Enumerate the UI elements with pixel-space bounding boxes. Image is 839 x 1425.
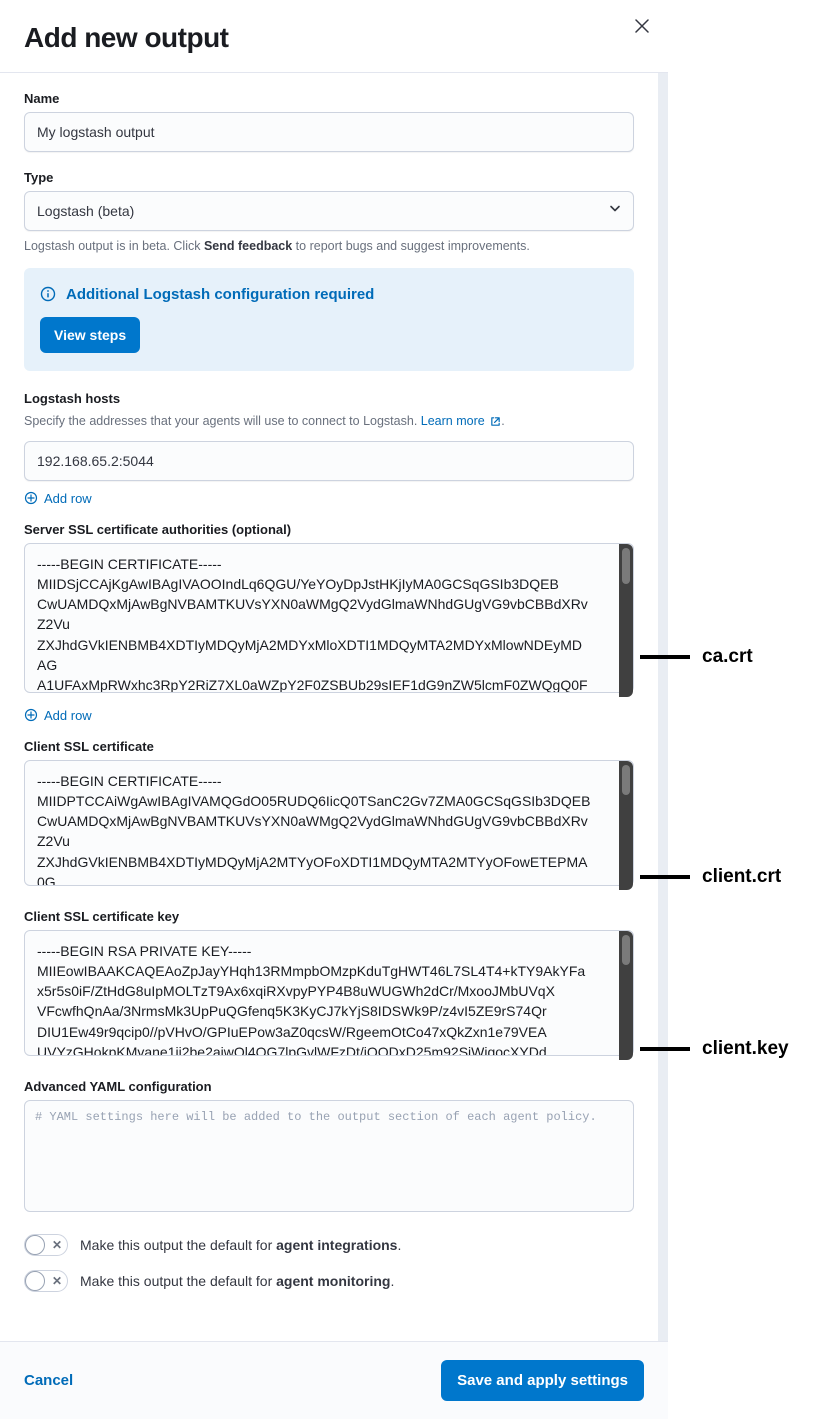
ssl-client-cert-textarea[interactable] [24, 760, 634, 886]
hosts-help: Specify the addresses that your agents w… [24, 412, 634, 431]
hosts-help-period: . [501, 414, 504, 428]
default-integrations-switch[interactable]: ✕ [24, 1234, 68, 1256]
type-select[interactable] [24, 191, 634, 231]
default-integrations-row: ✕ Make this output the default for agent… [24, 1234, 634, 1256]
period: . [390, 1273, 394, 1289]
type-help-prefix: Logstash output is in beta. Click [24, 239, 204, 253]
plus-circle-icon [24, 708, 38, 722]
x-icon: ✕ [52, 1274, 62, 1288]
name-input[interactable] [24, 112, 634, 152]
hosts-label: Logstash hosts [24, 391, 634, 406]
add-host-row-button[interactable]: Add row [24, 491, 634, 506]
ssl-ca-textarea-wrap [24, 543, 634, 698]
default-monitoring-bold: agent monitoring [276, 1273, 390, 1289]
view-steps-button[interactable]: View steps [40, 317, 140, 353]
hosts-help-text: Specify the addresses that your agents w… [24, 414, 421, 428]
annotation-client-key-text: client.key [702, 1038, 789, 1060]
type-row: Type Logstash output is in beta. Click S… [24, 170, 634, 256]
plus-circle-icon [24, 491, 38, 505]
ssl-client-key-textarea[interactable] [24, 930, 634, 1056]
callout-title-text: Additional Logstash configuration requir… [66, 286, 374, 303]
add-ca-row-button[interactable]: Add row [24, 708, 634, 723]
name-row: Name [24, 91, 634, 152]
flyout-body: Name Type Logstash output is in beta. Cl… [0, 73, 668, 1341]
info-icon [40, 286, 56, 302]
yaml-row: Advanced YAML configuration # YAML setti… [24, 1079, 634, 1212]
annotation-client-crt-text: client.crt [702, 866, 781, 888]
ssl-client-key-textarea-wrap [24, 930, 634, 1061]
switch-knob [25, 1271, 45, 1291]
annotation-ca-text: ca.crt [702, 646, 753, 668]
send-feedback-link[interactable]: Send feedback [204, 239, 292, 253]
flyout-footer: Cancel Save and apply settings [0, 1341, 668, 1419]
external-link-icon [490, 416, 501, 427]
annotation-ca: ca.crt [640, 646, 753, 668]
callout-title-row: Additional Logstash configuration requir… [40, 286, 618, 303]
type-help-suffix: to report bugs and suggest improvements. [292, 239, 530, 253]
ssl-client-key-row: Client SSL certificate key [24, 909, 634, 1061]
close-icon [635, 19, 649, 33]
switch-knob [25, 1235, 45, 1255]
annotation-line [640, 875, 690, 879]
annotation-line [640, 655, 690, 659]
scrollbar-thumb[interactable] [622, 765, 630, 795]
scrollbar-thumb[interactable] [622, 548, 630, 584]
scrollbar-track[interactable] [619, 931, 633, 1060]
ssl-client-key-label: Client SSL certificate key [24, 909, 634, 924]
learn-more-text: Learn more [421, 414, 485, 428]
save-button[interactable]: Save and apply settings [441, 1360, 644, 1401]
annotation-client-key: client.key [640, 1038, 789, 1060]
hosts-row: Logstash hosts Specify the addresses tha… [24, 391, 634, 481]
yaml-label: Advanced YAML configuration [24, 1079, 634, 1094]
close-button[interactable] [630, 14, 654, 38]
ssl-client-cert-label: Client SSL certificate [24, 739, 634, 754]
flyout-header: Add new output [0, 0, 668, 73]
type-help: Logstash output is in beta. Click Send f… [24, 237, 634, 256]
period: . [397, 1237, 401, 1253]
ssl-ca-label: Server SSL certificate authorities (opti… [24, 522, 634, 537]
add-row-text: Add row [44, 708, 92, 723]
hosts-input[interactable] [24, 441, 634, 481]
default-monitoring-switch[interactable]: ✕ [24, 1270, 68, 1292]
default-monitoring-row: ✕ Make this output the default for agent… [24, 1270, 634, 1292]
type-label: Type [24, 170, 634, 185]
x-icon: ✕ [52, 1238, 62, 1252]
default-integrations-label: Make this output the default for agent i… [80, 1237, 401, 1253]
yaml-textarea[interactable]: # YAML settings here will be added to th… [24, 1100, 634, 1212]
scrollbar-track[interactable] [619, 544, 633, 697]
name-label: Name [24, 91, 634, 106]
page-title: Add new output [24, 22, 644, 54]
type-select-wrap [24, 191, 634, 231]
add-row-text: Add row [44, 491, 92, 506]
yaml-placeholder: # YAML settings here will be added to th… [35, 1110, 597, 1124]
scrollbar-thumb[interactable] [622, 935, 630, 965]
ssl-ca-textarea[interactable] [24, 543, 634, 693]
default-integrations-prefix: Make this output the default for [80, 1237, 276, 1253]
default-monitoring-label: Make this output the default for agent m… [80, 1273, 394, 1289]
scrollbar-track[interactable] [619, 761, 633, 890]
annotation-client-crt: client.crt [640, 866, 781, 888]
default-monitoring-prefix: Make this output the default for [80, 1273, 276, 1289]
annotation-line [640, 1047, 690, 1051]
flyout-panel: Add new output Name Type Logstash output… [0, 0, 668, 1419]
ssl-client-cert-row: Client SSL certificate [24, 739, 634, 891]
logstash-config-callout: Additional Logstash configuration requir… [24, 268, 634, 371]
ssl-client-cert-textarea-wrap [24, 760, 634, 891]
default-integrations-bold: agent integrations [276, 1237, 397, 1253]
ssl-ca-row: Server SSL certificate authorities (opti… [24, 522, 634, 698]
learn-more-link[interactable]: Learn more [421, 414, 501, 428]
cancel-button[interactable]: Cancel [24, 1372, 73, 1389]
